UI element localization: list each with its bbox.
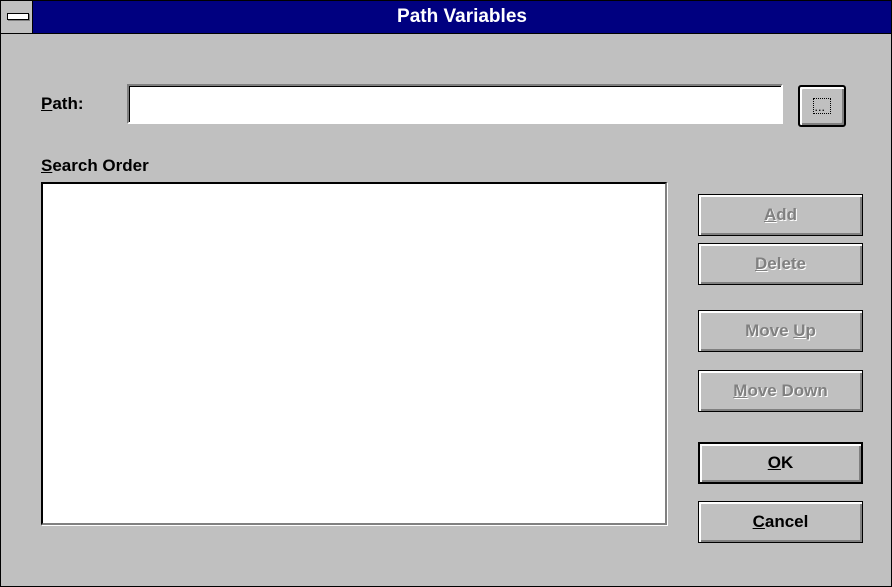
search-order-label: Search Order [41,156,149,175]
system-menu-button[interactable] [1,1,33,33]
move-down-button[interactable]: Move Down [698,370,863,412]
window-title: Path Variables [397,6,527,27]
path-label: Path: [41,94,84,113]
cancel-button[interactable]: Cancel [698,501,863,543]
delete-button[interactable]: Delete [698,243,863,285]
add-button[interactable]: Add [698,194,863,236]
move-up-button[interactable]: Move Up [698,310,863,352]
search-order-list[interactable] [41,182,667,525]
title-bar: Path Variables [1,1,891,34]
ok-button[interactable]: OK [698,442,863,484]
system-menu-icon [7,13,29,20]
browse-button[interactable]: ... [798,85,846,127]
path-input[interactable] [127,84,783,124]
ellipsis-browse-icon: ... [813,98,831,114]
path-variables-dialog: Path Variables Path: ... Search Order Ad… [0,0,892,587]
